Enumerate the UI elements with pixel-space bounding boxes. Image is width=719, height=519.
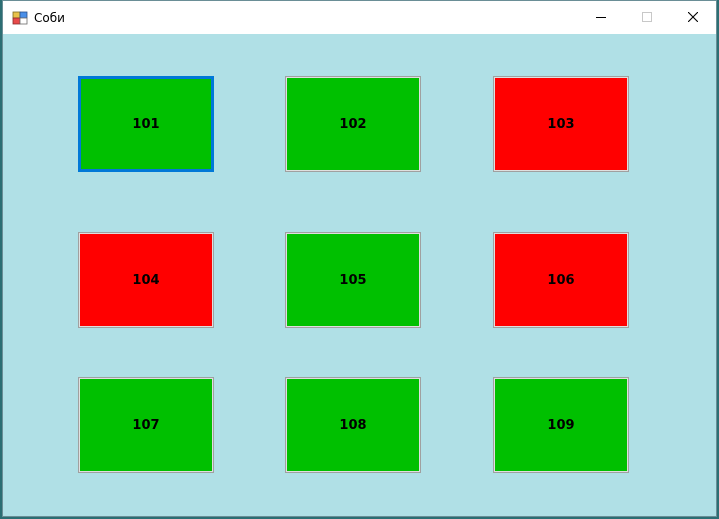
room-button-107[interactable]: 107 [78, 377, 214, 473]
room-button-105[interactable]: 105 [285, 232, 421, 328]
minimize-button[interactable] [578, 1, 624, 34]
room-button-101[interactable]: 101 [78, 76, 214, 172]
room-button-108[interactable]: 108 [285, 377, 421, 473]
app-icon [12, 10, 28, 26]
room-button-103[interactable]: 103 [493, 76, 629, 172]
app-window: Соби 101 102 103 104 105 106 107 108 109 [2, 0, 717, 517]
room-button-109[interactable]: 109 [493, 377, 629, 473]
rooms-panel: 101 102 103 104 105 106 107 108 109 [3, 34, 716, 516]
room-button-106[interactable]: 106 [493, 232, 629, 328]
window-title: Соби [34, 11, 65, 25]
close-button[interactable] [670, 1, 716, 34]
title-bar[interactable]: Соби [3, 1, 716, 34]
minimize-icon [596, 17, 606, 18]
close-icon [688, 12, 698, 22]
room-button-102[interactable]: 102 [285, 76, 421, 172]
room-button-104[interactable]: 104 [78, 232, 214, 328]
maximize-button[interactable] [624, 1, 670, 34]
maximize-icon [642, 12, 652, 22]
